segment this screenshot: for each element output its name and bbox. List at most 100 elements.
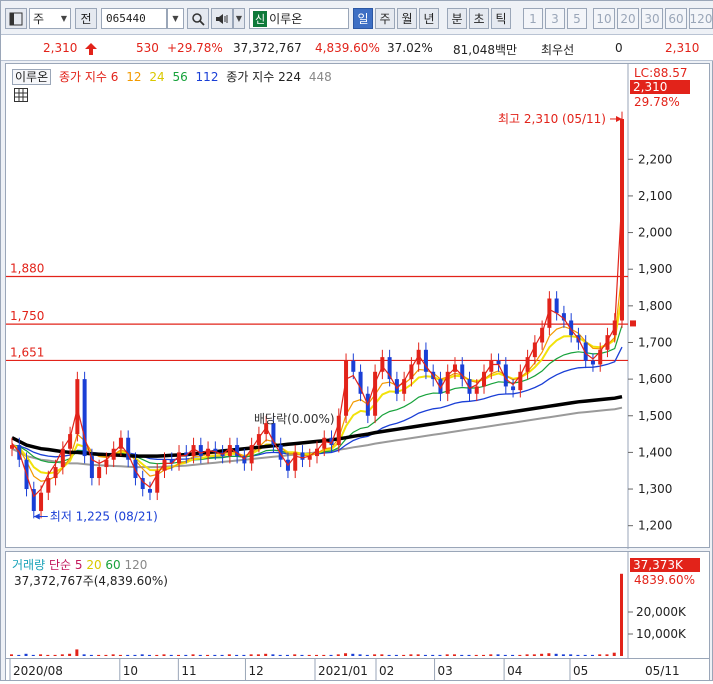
volume-bar [75, 649, 79, 656]
volume-bar [104, 654, 108, 656]
full-button[interactable]: 전 [75, 8, 97, 29]
volume-bar [315, 654, 318, 656]
volume-bar [365, 654, 369, 656]
sound-button[interactable] [211, 8, 233, 29]
chevron-down-icon: ▼ [235, 14, 243, 23]
volume-bar [329, 654, 333, 656]
count-30[interactable]: 30 [641, 8, 663, 29]
volume-ma5[interactable]: 단순 5 [49, 558, 83, 572]
volume-bar [271, 654, 275, 656]
count-20[interactable]: 20 [617, 8, 639, 29]
legend-ma224[interactable]: 종가 지수 224 [226, 70, 301, 84]
count-60[interactable]: 60 [665, 8, 687, 29]
volume-bar [97, 654, 101, 656]
volume-bar [431, 654, 435, 656]
volume-bar [402, 654, 406, 656]
legend-ma448[interactable]: 448 [309, 70, 332, 84]
volume-ma120[interactable]: 120 [125, 558, 148, 572]
volume-bar [147, 654, 151, 656]
volume-ma60[interactable]: 60 [105, 558, 120, 572]
volume-bar [111, 654, 115, 656]
trade-amount: 81,048백만 [453, 43, 518, 57]
period-tick[interactable]: 틱 [491, 8, 511, 29]
volume-bar [511, 654, 515, 656]
market-select[interactable]: 주 ▼ [29, 8, 71, 29]
volume-bar [184, 654, 188, 656]
volume-bar [307, 654, 311, 656]
volume-bar [467, 654, 471, 656]
volume-bar [518, 654, 522, 656]
period-month[interactable]: 월 [397, 8, 417, 29]
volume-bar [10, 654, 13, 656]
code-dropdown-button[interactable]: ▼ [167, 8, 184, 29]
volume-chart-panel[interactable]: 20,000K 10,000K 37,373K 4839.60% 거래량 단순 5 2… [5, 551, 710, 660]
panel-toggle-icon[interactable] [5, 8, 27, 29]
volume-title[interactable]: 거래량 [12, 558, 45, 572]
legend-ma12[interactable]: 12 [126, 70, 141, 84]
legend-ma6[interactable]: 종가 지수 6 [59, 70, 118, 84]
period-week[interactable]: 주 [375, 8, 395, 29]
volume-bar [68, 653, 72, 656]
candle-body [53, 467, 58, 479]
candle-body [227, 445, 232, 457]
x-axis-panel: 2020/08 10 11 12 2021/01 02 03 04 05 05/11 [5, 659, 710, 681]
last-price-label: 2,310 [633, 80, 667, 94]
period-minute[interactable]: 분 [447, 8, 467, 29]
volume-bar [336, 654, 340, 656]
price-chart-svg[interactable]: 2,200 2,100 2,000 1,900 1,800 1,700 1,600 1,500… [6, 64, 711, 549]
legend-ma56[interactable]: 56 [172, 70, 187, 84]
candle-body [554, 298, 559, 314]
grid-settings-icon[interactable] [14, 88, 28, 102]
period-year[interactable]: 년 [419, 8, 439, 29]
x-tick-label: 02 [379, 664, 394, 678]
count-5[interactable]: 5 [567, 8, 587, 29]
volume-bar [155, 654, 159, 656]
candle-body [474, 386, 479, 394]
count-10[interactable]: 10 [593, 8, 615, 29]
period-second[interactable]: 초 [469, 8, 489, 29]
chart-window: 주 ▼ 전 065440 ▼ ▼ 신 이루온 일 주 월 년 분 초 틱 1 3… [0, 0, 713, 681]
lc-label: LC:88.57 [634, 66, 687, 80]
period-day[interactable]: 일 [353, 8, 373, 29]
candle-body [147, 489, 152, 493]
volume-bar [496, 654, 500, 656]
toolbar: 주 ▼ 전 065440 ▼ ▼ 신 이루온 일 주 월 년 분 초 틱 1 3… [1, 1, 713, 35]
count-1[interactable]: 1 [523, 8, 543, 29]
last-pct-label: 29.78% [634, 95, 680, 109]
volume-bar [177, 654, 181, 656]
chevron-down-icon: ▼ [172, 14, 179, 23]
volume-bar [409, 654, 413, 656]
x-tick-label: 10 [123, 664, 138, 678]
x-tick-label: 2021/01 [318, 664, 368, 678]
ask-price: 2,310 [665, 41, 700, 55]
price-info-row: 2,310 530 +29.78% 37,372,767 4,839.60% 3… [1, 35, 713, 61]
search-button[interactable] [187, 8, 209, 29]
volume-bar [60, 654, 64, 656]
high-label: 최고 2,310 (05/11) [498, 112, 606, 126]
price-chart-panel[interactable]: 2,200 2,100 2,000 1,900 1,800 1,700 1,600 1,500… [5, 63, 711, 549]
price-tick-label: 2,200 [638, 152, 672, 166]
volume-bar [452, 654, 456, 656]
legend-ma112[interactable]: 112 [196, 70, 219, 84]
volume-bar [373, 654, 377, 656]
legend-ma24[interactable]: 24 [149, 70, 164, 84]
volume-bar [322, 654, 326, 656]
volume-bar [554, 653, 558, 656]
candle-body [511, 386, 516, 391]
volume-bar [482, 654, 486, 656]
sound-dropdown-button[interactable]: ▼ [233, 8, 245, 29]
volume-bar [612, 652, 616, 656]
volume-bar [474, 654, 478, 656]
count-120[interactable]: 120 [689, 8, 713, 29]
volume-bar [387, 654, 391, 656]
volume-ma20[interactable]: 20 [86, 558, 101, 572]
dividend-label: 배당락(0.00%) [254, 412, 335, 426]
count-3[interactable]: 3 [545, 8, 565, 29]
legend-stock-name[interactable]: 이루온 [12, 69, 52, 85]
stock-name-field[interactable]: 신 이루온 [249, 8, 349, 29]
stock-code-input[interactable]: 065440 [101, 8, 167, 29]
search-icon [192, 12, 205, 26]
volume-bar [351, 653, 355, 656]
volume-bar [445, 654, 449, 656]
candle-body [590, 360, 595, 365]
